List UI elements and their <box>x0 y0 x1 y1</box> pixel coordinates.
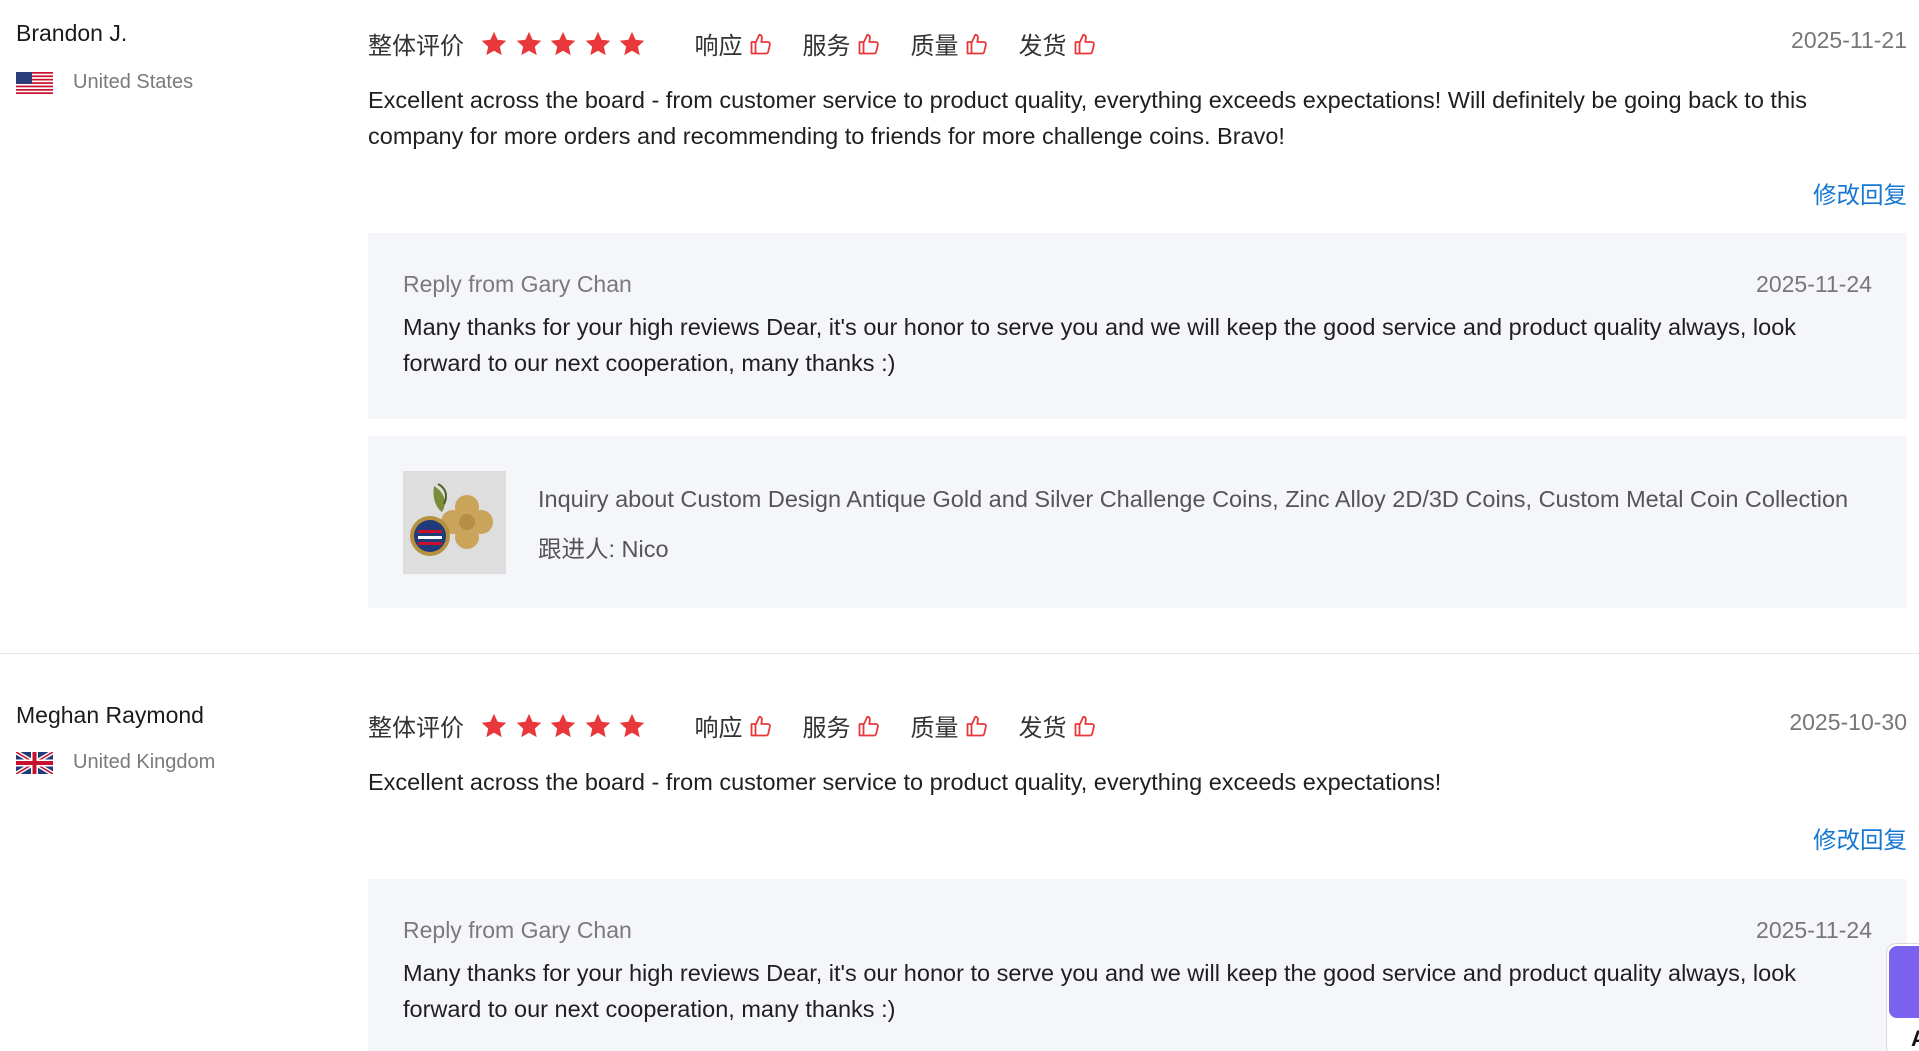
chat-app-icon <box>1889 946 1919 1018</box>
star-icon <box>515 30 543 58</box>
review-date: 2025-11-21 <box>1791 27 1907 53</box>
aspect-response: 响应 <box>695 26 773 61</box>
star-rating <box>480 30 653 58</box>
thumbs-up-icon <box>965 32 989 56</box>
star-icon <box>618 712 646 740</box>
aspect-quality: 质量 <box>911 26 989 61</box>
overall-rating-label: 整体评价 <box>368 715 464 742</box>
aspect-service: 服务 <box>803 708 881 743</box>
aspect-response: 响应 <box>695 708 773 743</box>
thumbs-up-icon <box>857 714 881 738</box>
star-icon <box>618 30 646 58</box>
aspect-label: 响应 <box>694 715 743 742</box>
floating-widget-label: A <box>1911 1026 1919 1051</box>
product-card[interactable]: Inquiry about Custom Design Antique Gold… <box>368 436 1907 608</box>
aspect-shipping: 发货 <box>1019 708 1097 743</box>
reviews-page: Brandon J. United States 整体评价 响应 服务 质量 发… <box>0 0 1919 1051</box>
us-flag-icon <box>16 71 53 94</box>
edit-reply-link[interactable]: 修改回复 <box>1813 821 1907 855</box>
seller-reply: Reply from Gary Chan 2025-11-24 Many tha… <box>368 233 1907 419</box>
product-title[interactable]: Inquiry about Custom Design Antique Gold… <box>538 486 1848 513</box>
rating-row: 整体评价 响应 服务 质量 发货 <box>368 26 1127 61</box>
thumbs-up-icon <box>965 714 989 738</box>
reply-date: 2025-11-24 <box>1756 271 1872 297</box>
uk-flag-icon <box>16 751 53 774</box>
aspect-label: 质量 <box>910 715 959 742</box>
floating-chat-widget[interactable]: A <box>1886 943 1919 1051</box>
edit-reply-link[interactable]: 修改回复 <box>1813 176 1907 210</box>
star-icon <box>480 30 508 58</box>
aspect-quality: 质量 <box>911 708 989 743</box>
review-date: 2025-10-30 <box>1789 709 1907 735</box>
star-icon <box>549 30 577 58</box>
star-icon <box>584 30 612 58</box>
product-thumbnail[interactable] <box>403 471 506 574</box>
star-icon <box>549 712 577 740</box>
reply-author: Reply from Gary Chan <box>403 271 632 297</box>
aspect-label: 服务 <box>802 33 851 60</box>
buyer-name: Meghan Raymond <box>16 702 204 728</box>
coin-image-icon <box>404 472 505 573</box>
reply-text: Many thanks for your high reviews Dear, … <box>403 960 1797 1022</box>
thumbs-up-icon <box>857 32 881 56</box>
review-item: Meghan Raymond United Kingdom 整体评价 响应 服务… <box>0 654 1919 1051</box>
star-icon <box>584 712 612 740</box>
overall-rating-label: 整体评价 <box>368 33 464 60</box>
aspect-shipping: 发货 <box>1019 26 1097 61</box>
star-icon <box>515 712 543 740</box>
buyer-name: Brandon J. <box>16 20 128 46</box>
thumbs-up-icon <box>749 714 773 738</box>
aspect-label: 质量 <box>910 33 959 60</box>
thumbs-up-icon <box>749 32 773 56</box>
star-rating <box>480 712 653 740</box>
review-text: Excellent across the board - from custom… <box>368 87 1807 149</box>
rating-row: 整体评价 响应 服务 质量 发货 <box>368 708 1127 743</box>
thumbs-up-icon <box>1073 32 1097 56</box>
reply-author: Reply from Gary Chan <box>403 917 632 943</box>
aspect-service: 服务 <box>803 26 881 61</box>
buyer-country: United States <box>16 71 193 94</box>
follow-up-person: 跟进人: Nico <box>538 536 669 562</box>
aspect-label: 发货 <box>1018 33 1067 60</box>
review-item: Brandon J. United States 整体评价 响应 服务 质量 发… <box>0 0 1919 654</box>
buyer-country: United Kingdom <box>16 751 215 774</box>
star-icon <box>480 712 508 740</box>
country-name: United States <box>73 71 194 93</box>
reply-text: Many thanks for your high reviews Dear, … <box>403 314 1797 376</box>
aspect-label: 服务 <box>802 715 851 742</box>
reply-date: 2025-11-24 <box>1756 917 1872 943</box>
aspect-label: 响应 <box>694 33 743 60</box>
review-text: Excellent across the board - from custom… <box>368 769 1442 795</box>
country-name: United Kingdom <box>73 751 216 773</box>
thumbs-up-icon <box>1073 714 1097 738</box>
seller-reply: Reply from Gary Chan 2025-11-24 Many tha… <box>368 879 1907 1051</box>
aspect-label: 发货 <box>1018 715 1067 742</box>
